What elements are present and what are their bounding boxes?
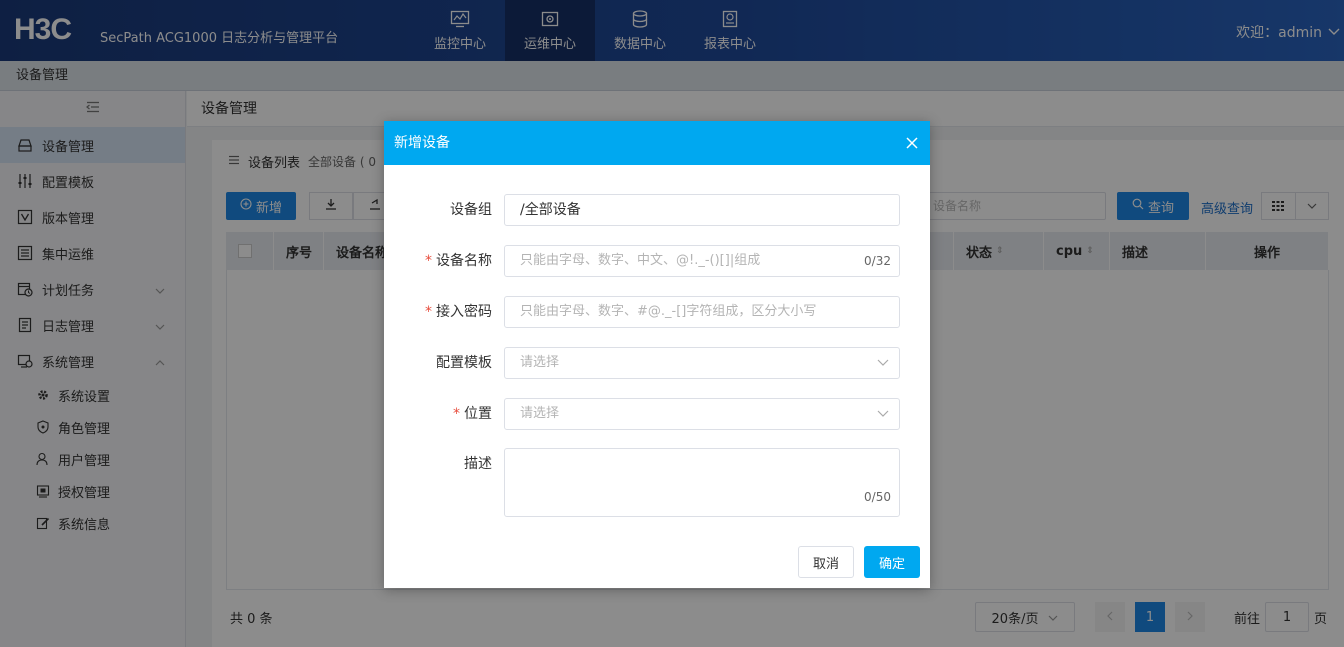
device-group-field[interactable]: /全部设备 bbox=[504, 194, 900, 226]
chevron-down-icon bbox=[877, 399, 889, 429]
config-template-label: 配置模板 bbox=[436, 355, 492, 371]
dialog-title: 新增设备 bbox=[394, 135, 450, 151]
device-group-label: 设备组 bbox=[450, 202, 492, 218]
confirm-button[interactable]: 确定 bbox=[864, 546, 920, 578]
description-textarea[interactable]: 0/50 bbox=[504, 448, 900, 517]
description-label: 描述 bbox=[464, 456, 492, 472]
location-label: * 位置 bbox=[453, 406, 492, 422]
required-mark: * bbox=[425, 253, 432, 269]
location-select[interactable]: 请选择 bbox=[504, 398, 900, 430]
device-name-input[interactable]: 只能由字母、数字、中文、@!._-()[]|组成 0/32 bbox=[504, 245, 900, 277]
required-mark: * bbox=[425, 304, 432, 320]
add-device-dialog: 新增设备 设备组 /全部设备 * 设备名称 只能由字母、数字、中文、@!._-()… bbox=[384, 121, 930, 588]
device-name-placeholder: 只能由字母、数字、中文、@!._-()[]|组成 bbox=[520, 253, 761, 268]
config-template-select[interactable]: 请选择 bbox=[504, 347, 900, 379]
cancel-button[interactable]: 取消 bbox=[798, 546, 854, 578]
chevron-down-icon bbox=[877, 348, 889, 378]
access-password-label: * 接入密码 bbox=[425, 304, 492, 320]
device-name-label: * 设备名称 bbox=[425, 253, 492, 269]
device-name-char-count: 0/32 bbox=[864, 254, 891, 268]
required-mark: * bbox=[453, 406, 460, 422]
access-password-input[interactable]: 只能由字母、数字、#@._-[]字符组成，区分大小写 bbox=[504, 296, 900, 328]
description-char-count: 0/50 bbox=[864, 490, 891, 504]
location-placeholder: 请选择 bbox=[520, 406, 560, 421]
dialog-header: 新增设备 bbox=[384, 121, 930, 165]
config-template-placeholder: 请选择 bbox=[520, 355, 560, 370]
close-icon[interactable] bbox=[904, 135, 920, 151]
